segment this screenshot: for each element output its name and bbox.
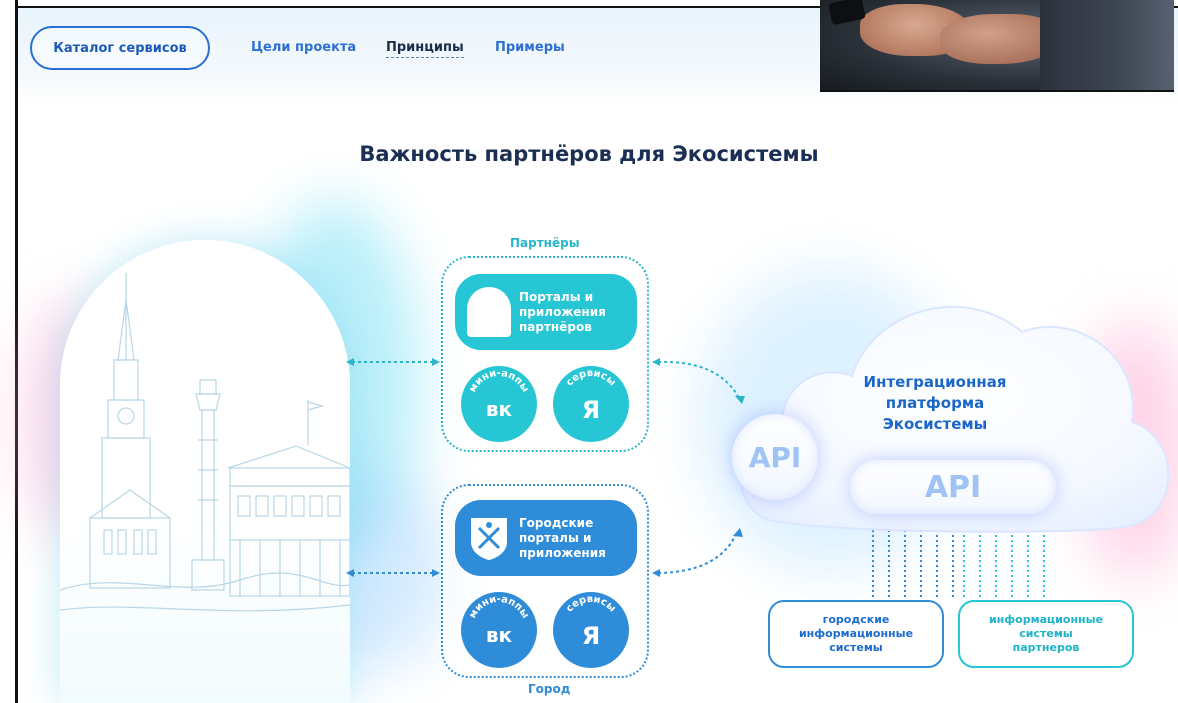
gate-icon	[467, 287, 511, 337]
partners-yandex-services: сервисы Я	[553, 366, 629, 442]
partner-systems-label: информационные системы партнеров	[988, 613, 1104, 654]
svg-text:мини-аппы: мини-аппы	[467, 594, 530, 620]
city-vk-mini-apps: мини-аппы вк	[461, 592, 537, 668]
city-yandex-services: сервисы Я	[553, 592, 629, 668]
page-frame: Каталог сервисов Цели проекта Принципы П…	[0, 0, 1178, 703]
city-group: Городские порталы и приложения мини-аппы…	[441, 484, 649, 678]
city-systems-box: городские информационные системы	[768, 600, 944, 668]
partners-mini-apps-label: мини-аппы	[467, 368, 530, 394]
partners-group: Порталы и приложения партнёров мини-аппы…	[441, 256, 649, 452]
city-portals-label: Городские порталы и приложения	[519, 515, 606, 560]
city-crest-icon	[471, 518, 507, 560]
city-caption: Город	[528, 682, 571, 696]
svg-text:мини-аппы: мини-аппы	[467, 368, 530, 394]
partner-systems-box: информационные системы партнеров	[958, 600, 1134, 668]
partners-services-label: сервисы	[564, 368, 618, 389]
city-mini-apps-label: мини-аппы	[467, 594, 530, 620]
partner-portals-label: Порталы и приложения партнёров	[519, 289, 606, 334]
api-bubble-left: API	[732, 414, 818, 500]
api-pill-right: API	[850, 460, 1056, 514]
partners-caption: Партнёры	[510, 236, 580, 250]
city-portals-pill: Городские порталы и приложения	[455, 500, 637, 576]
city-services-label: сервисы	[564, 594, 618, 615]
city-systems-label: городские информационные системы	[798, 613, 914, 654]
svg-text:сервисы: сервисы	[564, 594, 618, 615]
svg-text:сервисы: сервисы	[564, 368, 618, 389]
partners-vk-mini-apps: мини-аппы вк	[461, 366, 537, 442]
integration-platform-title: Интеграционная платформа Экосистемы	[863, 373, 1007, 433]
partner-portals-pill: Порталы и приложения партнёров	[455, 274, 637, 350]
